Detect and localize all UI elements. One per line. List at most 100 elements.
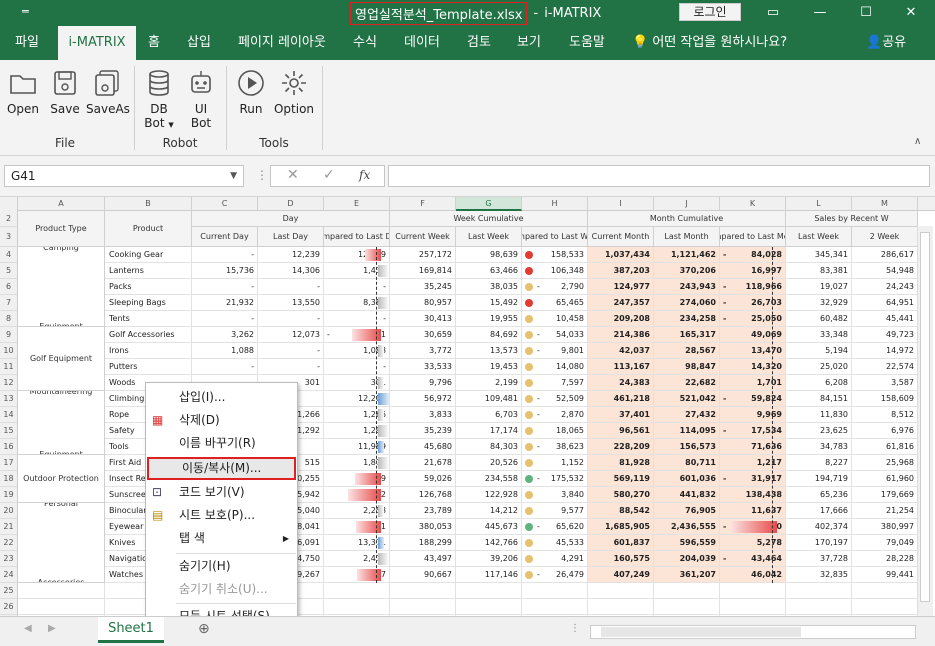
row-header-5[interactable]: 5: [0, 263, 18, 279]
column-header-b[interactable]: B: [105, 197, 192, 211]
row-header-21[interactable]: 21: [0, 519, 18, 535]
horizontal-scrollbar[interactable]: [590, 625, 916, 639]
open-button[interactable]: Open: [6, 68, 40, 116]
empty-cell[interactable]: [786, 583, 852, 599]
menu-view-code[interactable]: ⊡ 코드 보기(V): [146, 481, 297, 504]
row-header-10[interactable]: 10: [0, 343, 18, 359]
share-button[interactable]: 👤공유: [866, 26, 906, 60]
row-header-15[interactable]: 15: [0, 423, 18, 439]
menu-insert[interactable]: 삽입(I)...: [146, 386, 297, 409]
tab-review[interactable]: 검토: [467, 26, 491, 60]
column-header-h[interactable]: H: [522, 197, 588, 211]
scroll-thumb[interactable]: [920, 232, 930, 602]
row-header-24[interactable]: 24: [0, 567, 18, 583]
tell-me-box[interactable]: 💡 어떤 작업을 원하시나요?: [632, 26, 787, 60]
empty-cell[interactable]: [852, 583, 918, 599]
login-button[interactable]: 로그인: [679, 3, 741, 21]
chevron-down-icon[interactable]: ▼: [230, 166, 237, 186]
empty-cell[interactable]: [522, 599, 588, 615]
column-header-k[interactable]: K: [720, 197, 786, 211]
row-header-14[interactable]: 14: [0, 407, 18, 423]
save-button[interactable]: Save: [48, 68, 82, 116]
row-header-4[interactable]: 4: [0, 247, 18, 263]
row-header-3[interactable]: 3: [0, 227, 18, 247]
minimize-icon[interactable]: —: [806, 2, 834, 24]
saveas-button[interactable]: SaveAs: [86, 68, 130, 116]
collapse-ribbon-icon[interactable]: ∧: [914, 136, 921, 147]
formula-input[interactable]: [388, 165, 930, 187]
ribbon-display-icon[interactable]: ▭: [759, 2, 787, 24]
menu-protect-sheet[interactable]: ▤ 시트 보호(P)...: [146, 504, 297, 527]
empty-cell[interactable]: [654, 583, 720, 599]
run-button[interactable]: Run: [236, 68, 266, 116]
row-header-8[interactable]: 8: [0, 311, 18, 327]
option-button[interactable]: Option: [273, 68, 315, 116]
row-header-2[interactable]: 2: [0, 211, 18, 227]
row-header-17[interactable]: 17: [0, 455, 18, 471]
empty-cell[interactable]: [588, 599, 654, 615]
tab-page-layout[interactable]: 페이지 레이아웃: [238, 26, 326, 60]
row-header-19[interactable]: 19: [0, 487, 18, 503]
row-header-25[interactable]: 25: [0, 583, 18, 599]
tab-help[interactable]: 도움말: [569, 26, 605, 60]
column-header-j[interactable]: J: [654, 197, 720, 211]
select-all-corner[interactable]: [0, 197, 18, 211]
empty-cell[interactable]: [654, 599, 720, 615]
empty-cell[interactable]: [786, 599, 852, 615]
row-header-16[interactable]: 16: [0, 439, 18, 455]
row-header-22[interactable]: 22: [0, 535, 18, 551]
enter-icon[interactable]: ✓: [323, 167, 335, 183]
prev-sheet-icon[interactable]: ◀: [24, 623, 32, 634]
ui-bot-button[interactable]: UI Bot: [186, 68, 216, 130]
next-sheet-icon[interactable]: ▶: [48, 623, 56, 634]
row-header-23[interactable]: 23: [0, 551, 18, 567]
scroll-thumb[interactable]: [601, 627, 801, 637]
row-header-9[interactable]: 9: [0, 327, 18, 343]
empty-cell[interactable]: [324, 599, 390, 615]
menu-move-copy[interactable]: 이동/복사(M)...: [147, 457, 296, 480]
column-header-a[interactable]: A: [18, 197, 105, 211]
row-header-20[interactable]: 20: [0, 503, 18, 519]
sheet-tab-sheet1[interactable]: Sheet1: [98, 617, 164, 643]
name-box[interactable]: G41 ▼: [4, 165, 244, 187]
tab-data[interactable]: 데이터: [404, 26, 440, 60]
empty-cell[interactable]: [456, 583, 522, 599]
menu-delete[interactable]: ▦ 삭제(D): [146, 409, 297, 432]
fx-icon[interactable]: fx: [359, 168, 370, 182]
column-header-g[interactable]: G: [456, 197, 522, 211]
cancel-icon[interactable]: ✕: [287, 167, 299, 183]
row-header-7[interactable]: 7: [0, 295, 18, 311]
empty-cell[interactable]: [456, 599, 522, 615]
add-sheet-icon[interactable]: ⊕: [198, 621, 210, 637]
row-header-6[interactable]: 6: [0, 279, 18, 295]
empty-cell[interactable]: [588, 583, 654, 599]
row-header-18[interactable]: 18: [0, 471, 18, 487]
row-header-12[interactable]: 12: [0, 375, 18, 391]
menu-rename[interactable]: 이름 바꾸기(R): [146, 432, 297, 455]
empty-cell[interactable]: [852, 599, 918, 615]
tab-view[interactable]: 보기: [517, 26, 541, 60]
column-header-d[interactable]: D: [258, 197, 324, 211]
column-header-m[interactable]: M: [852, 197, 918, 211]
vertical-scrollbar[interactable]: [917, 226, 933, 618]
empty-cell[interactable]: [390, 599, 456, 615]
row-header-11[interactable]: 11: [0, 359, 18, 375]
column-header-f[interactable]: F: [390, 197, 456, 211]
tab-formulas[interactable]: 수식: [353, 26, 377, 60]
spreadsheet-grid[interactable]: ABCDEFGHIJKLM 2 3 4 5 6 7 8 9 10 11 12 13 14 15 16 17 18…: [0, 196, 935, 616]
column-header-l[interactable]: L: [786, 197, 852, 211]
empty-cell[interactable]: [720, 583, 786, 599]
column-header-c[interactable]: C: [192, 197, 258, 211]
empty-cell[interactable]: [18, 599, 105, 615]
empty-cell[interactable]: [18, 583, 105, 599]
column-header-e[interactable]: E: [324, 197, 390, 211]
db-bot-button[interactable]: DB Bot ▼: [140, 68, 178, 132]
empty-cell[interactable]: [720, 599, 786, 615]
empty-cell[interactable]: [324, 583, 390, 599]
menu-hide[interactable]: 숨기기(H): [146, 555, 297, 578]
row-header-13[interactable]: 13: [0, 391, 18, 407]
tab-insert[interactable]: 삽입: [187, 26, 211, 60]
tab-file[interactable]: 파일: [15, 26, 39, 60]
empty-cell[interactable]: [522, 583, 588, 599]
close-icon[interactable]: ✕: [897, 2, 925, 24]
